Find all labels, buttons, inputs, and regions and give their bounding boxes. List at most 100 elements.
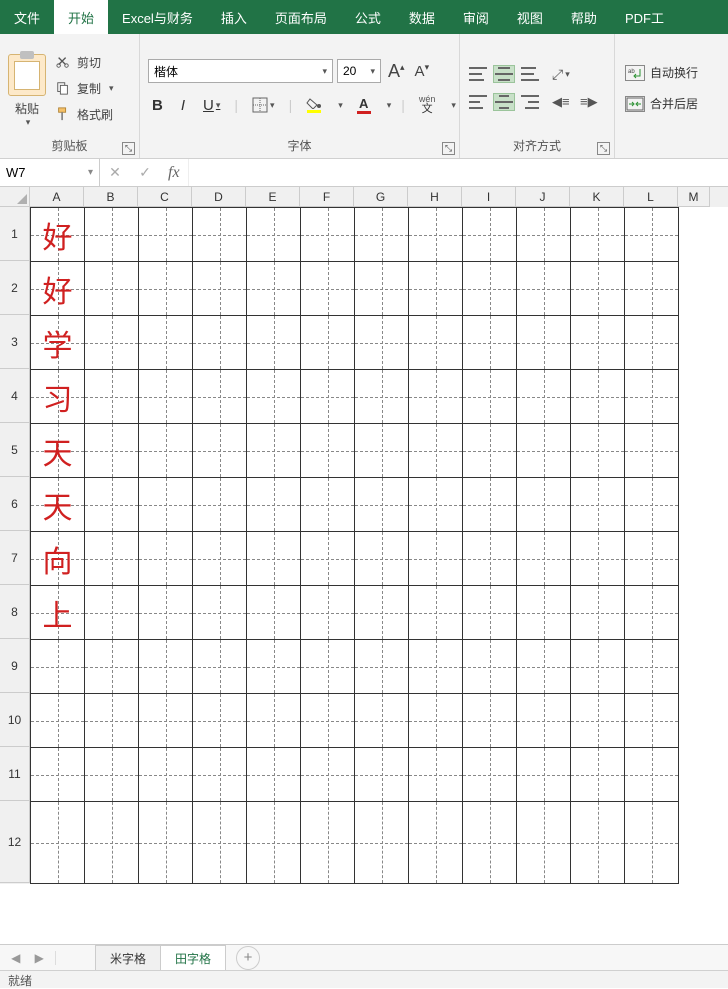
phonetic-button[interactable]: wén 文 [415,93,440,117]
cell[interactable] [139,640,193,694]
menu-file[interactable]: 文件 [0,0,54,34]
row-header-6[interactable]: 6 [0,477,30,531]
col-header-D[interactable]: D [192,187,246,207]
decrease-font-button[interactable]: A▾ [412,62,433,80]
align-center-button[interactable] [494,94,514,110]
cell[interactable] [355,316,409,370]
paste-dropdown[interactable]: ▾ [26,117,31,128]
col-header-H[interactable]: H [408,187,462,207]
row-7[interactable]: 2 [0,261,30,315]
cell[interactable] [571,262,625,316]
paste-button[interactable]: 粘贴 [15,100,39,117]
cell[interactable] [85,748,139,802]
cell[interactable] [139,424,193,478]
cell[interactable] [409,532,463,586]
cell[interactable] [355,262,409,316]
cell[interactable] [301,640,355,694]
cell[interactable] [409,748,463,802]
cut-button[interactable]: 剪切 [52,52,117,73]
fill-color-button[interactable] [302,95,326,115]
cell[interactable] [85,694,139,748]
cell[interactable] [193,370,247,424]
italic-button[interactable]: I [177,95,189,116]
col-header-L[interactable]: L [624,187,678,207]
cell[interactable] [247,424,301,478]
formula-input[interactable] [189,159,728,186]
cell[interactable] [139,748,193,802]
cell[interactable] [517,424,571,478]
cell[interactable] [31,694,85,748]
wrap-text-button[interactable]: ab 自动换行 [623,62,700,83]
cell[interactable] [625,748,679,802]
cell[interactable] [139,532,193,586]
fill-color-dropdown[interactable]: ▾ [338,100,343,111]
increase-font-button[interactable]: A▴ [385,61,408,82]
cell[interactable] [571,478,625,532]
clipboard-icon[interactable] [8,54,46,96]
merge-center-button[interactable]: 合并后居 [623,93,700,114]
cell-A5[interactable]: 天 [31,424,85,478]
cell[interactable] [31,640,85,694]
cell[interactable] [571,208,625,262]
cell[interactable] [355,694,409,748]
cell[interactable] [247,370,301,424]
cell[interactable] [355,802,409,884]
cell[interactable] [355,370,409,424]
cell[interactable] [139,370,193,424]
cell[interactable] [463,532,517,586]
cell[interactable] [517,640,571,694]
cell[interactable] [193,802,247,884]
cell[interactable] [517,208,571,262]
col-header-C[interactable]: C [138,187,192,207]
cell[interactable] [517,316,571,370]
cell-A8[interactable]: 上 [31,586,85,640]
cell[interactable] [301,370,355,424]
cell[interactable] [409,316,463,370]
cell[interactable] [625,316,679,370]
font-color-dropdown[interactable]: ▾ [387,100,392,111]
cell[interactable] [409,640,463,694]
cell[interactable] [625,478,679,532]
cell[interactable] [571,316,625,370]
cell[interactable] [625,640,679,694]
cell[interactable] [409,370,463,424]
col-header-I[interactable]: I [462,187,516,207]
row-header-1[interactable]: 1 [0,207,30,261]
cell[interactable] [463,208,517,262]
select-all-corner[interactable] [0,187,30,207]
copy-button[interactable]: 复制 ▾ [52,78,117,99]
cell[interactable] [247,478,301,532]
cell[interactable] [625,694,679,748]
increase-indent-button[interactable]: ≡▶ [580,94,602,110]
cell[interactable] [247,586,301,640]
font-launcher[interactable]: ⤡ [442,142,455,155]
bold-button[interactable]: B [148,95,167,116]
cell[interactable] [409,208,463,262]
cell[interactable] [625,802,679,884]
cell[interactable] [139,478,193,532]
cell[interactable] [301,802,355,884]
cell[interactable] [355,586,409,640]
phonetic-dropdown[interactable]: ▾ [451,100,456,111]
font-size-select[interactable]: 20 ▾ [337,59,381,83]
row-header-9[interactable]: 9 [0,639,30,693]
col-header-A[interactable]: A [30,187,84,207]
cell[interactable] [193,532,247,586]
align-right-button[interactable] [520,94,540,110]
row-header-11[interactable]: 11 [0,747,30,801]
row-header-12[interactable]: 12 [0,801,30,883]
cell[interactable] [571,370,625,424]
row-header-3[interactable]: 3 [0,315,30,369]
sheet-tab-tianzige[interactable]: 田字格 [160,945,226,972]
cell[interactable] [409,262,463,316]
cell[interactable] [139,586,193,640]
col-header-E[interactable]: E [246,187,300,207]
sheet-nav-next[interactable]: ▶ [35,951,44,965]
cell[interactable] [85,640,139,694]
cell[interactable] [355,208,409,262]
sheet-tab-mizige[interactable]: 米字格 [95,945,161,971]
cell[interactable] [625,208,679,262]
cell[interactable] [409,478,463,532]
cell[interactable] [463,802,517,884]
cell[interactable] [247,640,301,694]
